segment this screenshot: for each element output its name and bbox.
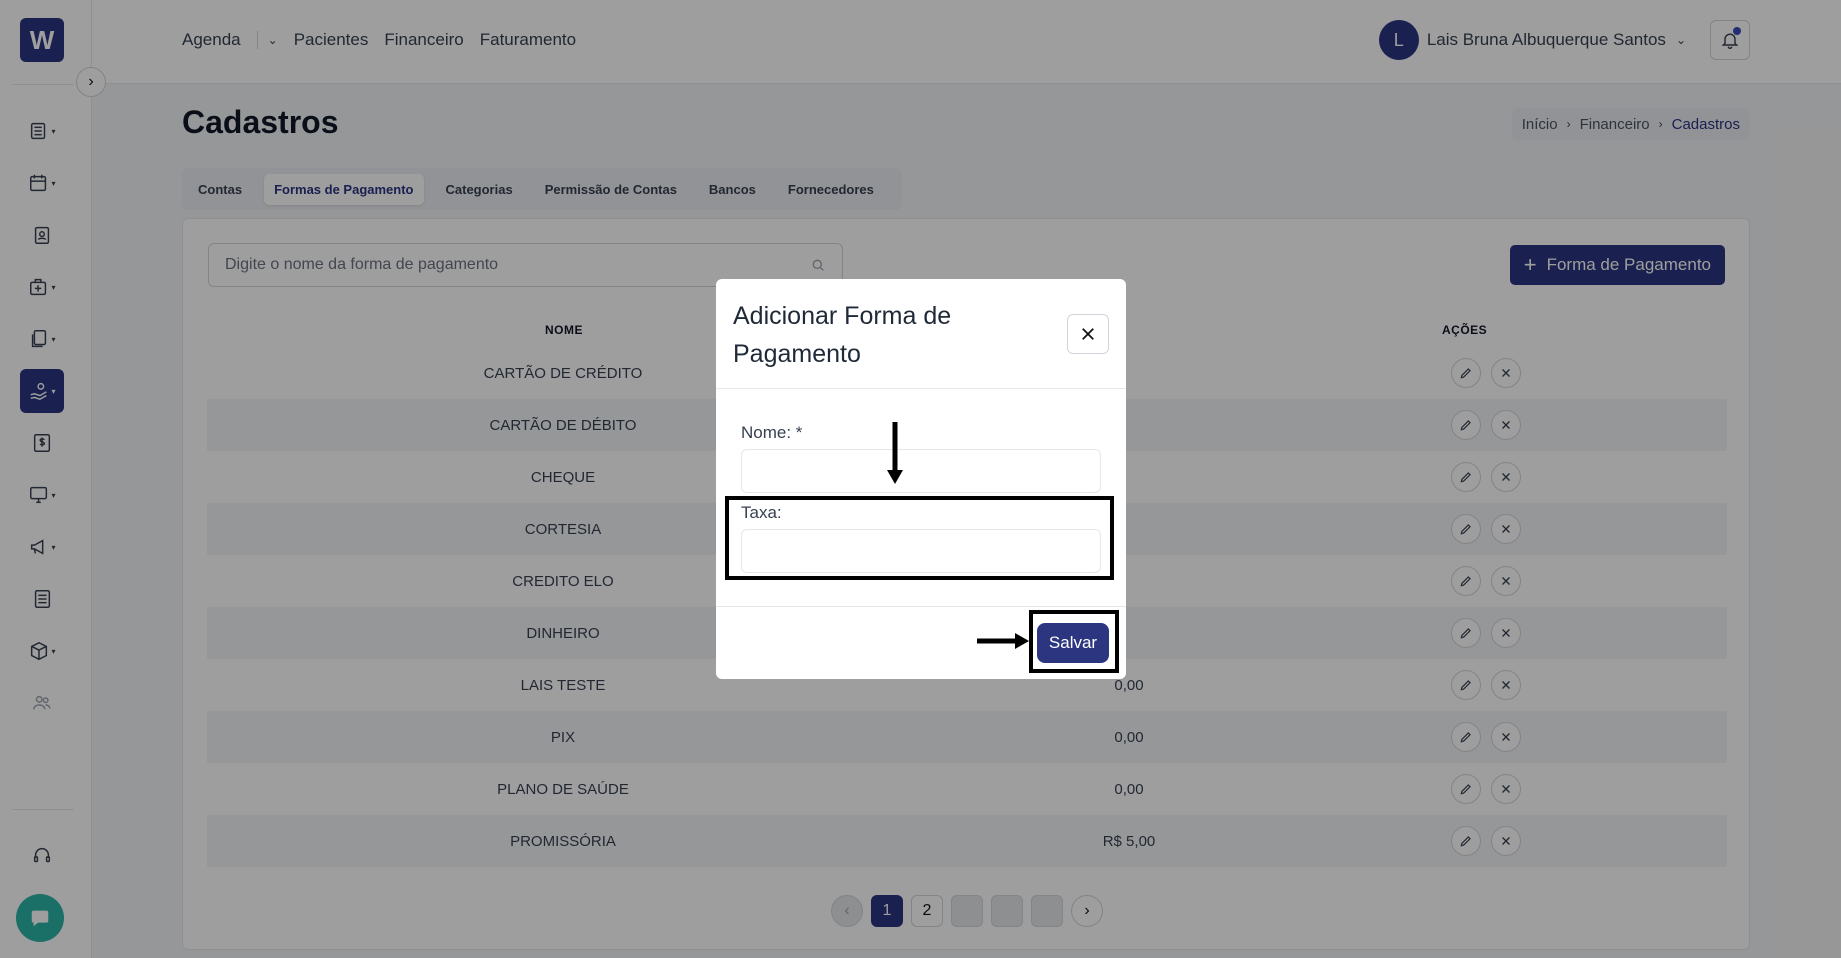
modal-header: Adicionar Forma de Pagamento (716, 279, 1126, 389)
close-icon (1082, 328, 1094, 340)
modal-footer-divider (716, 606, 1126, 607)
name-input[interactable] (741, 449, 1101, 493)
save-button[interactable]: Salvar (1037, 623, 1109, 663)
name-label: Nome: * (741, 423, 803, 442)
close-button[interactable] (1067, 314, 1109, 354)
tax-label: Taxa: (741, 503, 782, 522)
tax-input[interactable] (741, 529, 1101, 573)
add-payment-method-modal: Adicionar Forma de Pagamento Nome: * Tax… (716, 279, 1126, 679)
modal-title: Adicionar Forma de Pagamento (733, 302, 952, 368)
